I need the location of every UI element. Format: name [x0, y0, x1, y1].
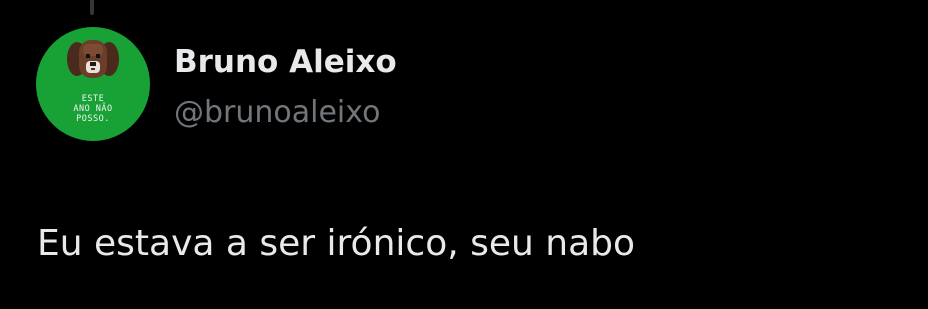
avatar-caption: ESTE ANO NÃO POSSO.: [36, 94, 150, 124]
avatar[interactable]: ESTE ANO NÃO POSSO.: [36, 27, 150, 141]
tweet-text: Eu estava a ser irónico, seu nabo: [37, 223, 636, 264]
author-handle[interactable]: @brunoaleixo: [174, 91, 380, 135]
avatar-caption-line-3: POSSO.: [76, 114, 110, 124]
author-display-name[interactable]: Bruno Aleixo: [174, 40, 397, 84]
avatar-caption-line-2: ANO NÃO: [73, 104, 113, 114]
avatar-caption-line-1: ESTE: [81, 94, 105, 104]
thread-connector-line: [90, 0, 94, 15]
